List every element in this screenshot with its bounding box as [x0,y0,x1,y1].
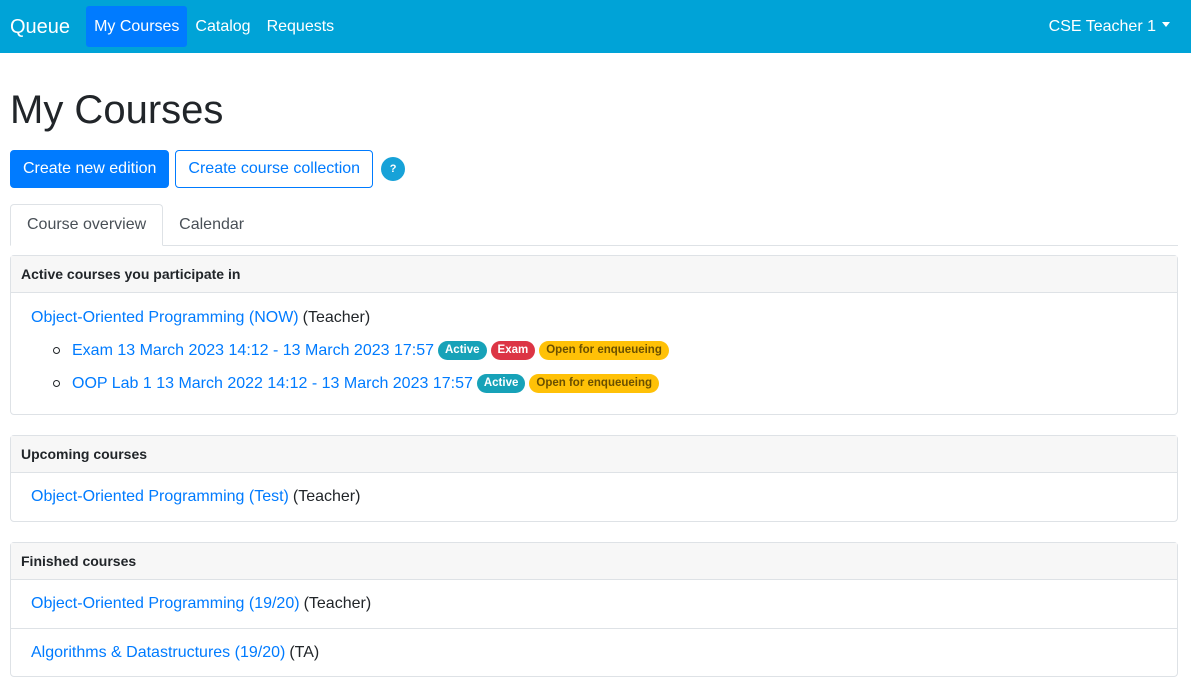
card-header-active: Active courses you participate in [11,256,1177,293]
brand-logo[interactable]: Queue [10,17,70,37]
list-item: Object-Oriented Programming (19/20) (Tea… [11,580,1177,628]
course-link[interactable]: Object-Oriented Programming (NOW) [31,309,299,327]
lab-list: Exam 13 March 2023 14:12 - 13 March 2023… [31,334,1157,400]
circle-bullet-icon [53,347,60,354]
finished-courses-card: Finished courses Object-Oriented Program… [10,542,1178,677]
page-title: My Courses [10,88,224,132]
caret-down-icon [1162,22,1170,27]
lab-link[interactable]: OOP Lab 1 13 March 2022 14:12 - 13 March… [72,375,473,393]
status-badge-exam: Exam [490,340,536,361]
create-course-collection-button[interactable]: Create course collection [175,150,374,188]
course-link[interactable]: Object-Oriented Programming (19/20) [31,595,300,613]
course-role: (Teacher) [302,308,371,326]
course-role: (Teacher) [292,488,361,505]
course-link[interactable]: Object-Oriented Programming (Test) [31,488,289,506]
status-badge-open: Open for enqueueing [529,373,660,394]
course-role: (TA) [289,643,320,661]
create-new-edition-button[interactable]: Create new edition [10,150,170,188]
lab-item: OOP Lab 1 13 March 2022 14:12 - 13 March… [53,367,1157,400]
lab-link[interactable]: Exam 13 March 2023 14:12 - 13 March 2023… [72,342,434,360]
tab-course-overview[interactable]: Course overview [10,204,164,246]
active-courses-body: Object-Oriented Programming (NOW) (Teach… [11,293,1177,414]
user-name: CSE Teacher 1 [1048,17,1156,35]
list-item: Algorithms & Datastructures (19/20) (TA) [11,628,1177,676]
tab-calendar[interactable]: Calendar [163,204,260,246]
action-bar: Create new edition Create course collect… [10,150,1178,188]
course-role: (Teacher) [303,595,372,612]
status-badge-active: Active [476,373,526,394]
card-header-finished: Finished courses [11,543,1177,580]
navbar: Queue My Courses Catalog Requests CSE Te… [0,0,1191,53]
status-badge-open: Open for enqueueing [539,340,669,361]
main-content: My Courses Create new edition Create cou… [0,88,1191,677]
nav-my-courses[interactable]: My Courses [86,6,188,47]
circle-bullet-icon [53,380,60,387]
course-link[interactable]: Algorithms & Datastructures (19/20) [31,644,285,662]
list-item: Object-Oriented Programming (Test) (Teac… [11,473,1177,521]
tab-bar: Course overview Calendar [10,204,1178,246]
user-menu-dropdown[interactable]: CSE Teacher 1 [1049,0,1170,53]
nav-requests[interactable]: Requests [259,6,343,47]
nav-catalog[interactable]: Catalog [187,6,258,47]
status-badge-active: Active [438,340,487,361]
help-icon[interactable]: ? [381,157,406,181]
list-item: Object-Oriented Programming (NOW) (Teach… [31,307,1157,328]
lab-item: Exam 13 March 2023 14:12 - 13 March 2023… [53,334,1157,367]
active-courses-card: Active courses you participate in Object… [10,255,1178,415]
card-header-upcoming: Upcoming courses [11,436,1177,473]
upcoming-courses-card: Upcoming courses Object-Oriented Program… [10,435,1178,522]
